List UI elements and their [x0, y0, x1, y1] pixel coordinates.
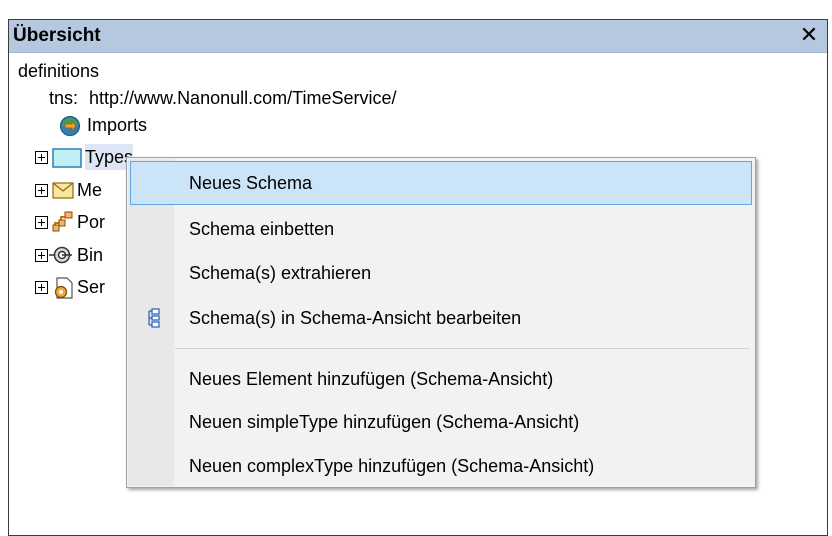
tns-label: tns: [49, 88, 79, 108]
menu-item-label: Neues Element hinzufügen (Schema-Ansicht… [189, 369, 554, 389]
imports-icon [60, 116, 80, 136]
imports-label: Imports [87, 115, 148, 135]
menu-item-neuen-simpletype[interactable]: Neuen simpleType hinzufügen (Schema-Ansi… [130, 400, 752, 444]
menu-item-label: Schema(s) extrahieren [189, 263, 372, 283]
bindings-icon [49, 246, 72, 264]
context-menu: Neues Schema Schema einbetten Schema(s) … [126, 157, 756, 488]
panel-title: Übersicht [13, 25, 101, 46]
menu-item-neues-element[interactable]: Neues Element hinzufügen (Schema-Ansicht… [130, 357, 752, 401]
menu-item-schema-extrahieren[interactable]: Schema(s) extrahieren [130, 251, 752, 295]
tree-root-definitions[interactable]: definitions [18, 58, 99, 84]
messages-label: Me [77, 180, 103, 200]
services-icon [54, 277, 73, 299]
expand-icon[interactable] [35, 281, 48, 294]
tree-item-services[interactable]: Ser [35, 274, 135, 300]
menu-item-label: Schema(s) in Schema-Ansicht bearbeiten [189, 308, 522, 328]
services-label: Ser [77, 277, 106, 297]
tree-item-messages[interactable]: Me [35, 177, 135, 203]
bindings-label: Bin [77, 245, 104, 265]
menu-item-neuen-complextype[interactable]: Neuen complexType hinzufügen (Schema-Ans… [130, 444, 752, 488]
menu-item-neues-schema[interactable]: Neues Schema [130, 161, 752, 205]
expand-icon[interactable] [35, 184, 48, 197]
messages-icon [52, 182, 74, 199]
tree-tns-row: tns: http://www.Nanonull.com/TimeService… [49, 85, 396, 111]
menu-item-label: Neuen simpleType hinzufügen (Schema-Ansi… [189, 412, 580, 432]
menu-item-schema-ansicht-bearbeiten[interactable]: Schema(s) in Schema-Ansicht bearbeiten [130, 296, 752, 340]
types-icon [52, 148, 82, 168]
tns-value: http://www.Nanonull.com/TimeService/ [89, 88, 397, 108]
menu-item-label: Schema einbetten [189, 219, 335, 239]
expand-icon[interactable] [35, 249, 48, 262]
panel-titlebar: Übersicht ✕ [9, 20, 827, 53]
tree-root-label: definitions [18, 61, 100, 81]
tree-item-porttypes[interactable]: Por [35, 209, 135, 235]
porttypes-label: Por [77, 212, 106, 232]
close-icon[interactable]: ✕ [797, 21, 821, 49]
porttypes-icon [52, 211, 73, 232]
menu-item-label: Neues Schema [189, 173, 313, 193]
expand-icon[interactable] [35, 216, 48, 229]
schema-view-icon [148, 308, 160, 328]
menu-separator [175, 348, 749, 349]
menu-item-label: Neuen complexType hinzufügen (Schema-Ans… [189, 456, 595, 476]
tree-item-bindings[interactable]: Bin [35, 242, 135, 268]
expand-icon[interactable] [35, 151, 48, 164]
menu-item-schema-einbetten[interactable]: Schema einbetten [130, 207, 752, 251]
